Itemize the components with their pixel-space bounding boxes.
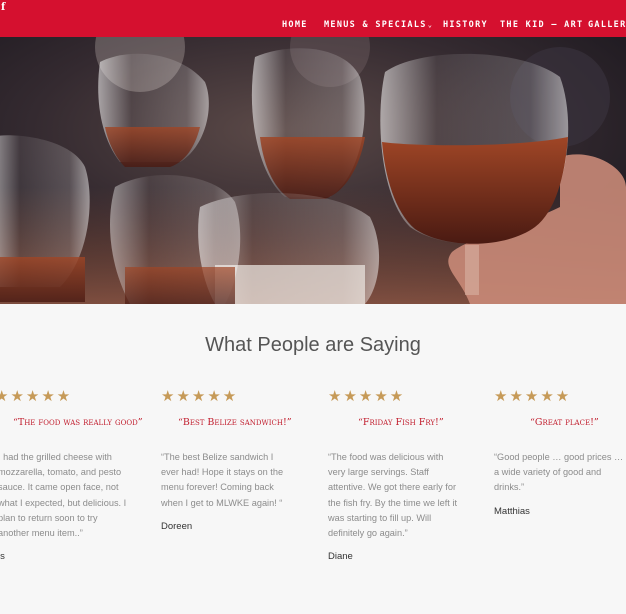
- nav-home[interactable]: HOME: [282, 18, 308, 32]
- star-rating-icon: ★★★★★: [328, 388, 406, 405]
- star-rating-icon: ★★★★★: [161, 388, 239, 405]
- review-body: “Good people … good prices … a wide vari…: [494, 452, 624, 493]
- review-card: ★★★★★ “Friday Fish Fry!” “The food was d…: [328, 388, 460, 562]
- nav-menus-specials-label: MENUS & SPECIALS: [324, 20, 427, 30]
- review-headline: “Great place!”: [530, 417, 599, 428]
- wine-glasses-icon: [0, 37, 626, 304]
- review-body: “The food was delicious with very large …: [328, 452, 458, 539]
- chevron-down-icon: ⌄: [427, 21, 434, 29]
- review-headline: “Friday Fish Fry!”: [358, 417, 444, 428]
- star-rating-icon: ★★★★★: [494, 388, 572, 405]
- review-body: I had the grilled cheese with mozzarella…: [0, 452, 127, 539]
- nav-the-kid-art[interactable]: THE KID – ART: [500, 18, 583, 32]
- logo-fragment[interactable]: f: [1, 2, 5, 13]
- hero-image: [0, 37, 626, 304]
- nav-history[interactable]: HISTORY: [443, 18, 488, 32]
- review-card: ★★★★★ “Best Belize sandwich!” “The best …: [161, 388, 292, 532]
- star-rating-icon: ★★★★★: [0, 388, 73, 405]
- review-headline: “The food was really good”: [13, 417, 143, 428]
- review-author: Matthias: [494, 505, 530, 517]
- site-header: f HOME MENUS & SPECIALS⌄ HISTORY THE KID…: [0, 0, 626, 37]
- review-author: is: [0, 551, 5, 563]
- nav-menus-specials[interactable]: MENUS & SPECIALS⌄: [324, 18, 433, 32]
- nav-gallery[interactable]: GALLER: [588, 18, 626, 32]
- review-headline: “Best Belize sandwich!”: [178, 417, 292, 428]
- review-card: ★★★★★ “Great place!” “Good people … good…: [494, 388, 626, 517]
- review-author: Doreen: [161, 520, 193, 532]
- review-body: “The best Belize sandwich I ever had! Ho…: [161, 452, 284, 508]
- review-card: ★★★★★ “The food was really good” I had t…: [0, 388, 143, 563]
- review-author: Diane: [328, 551, 353, 563]
- main-nav: HOME MENUS & SPECIALS⌄ HISTORY THE KID –…: [0, 18, 626, 32]
- section-title: What People are Saying: [205, 334, 421, 356]
